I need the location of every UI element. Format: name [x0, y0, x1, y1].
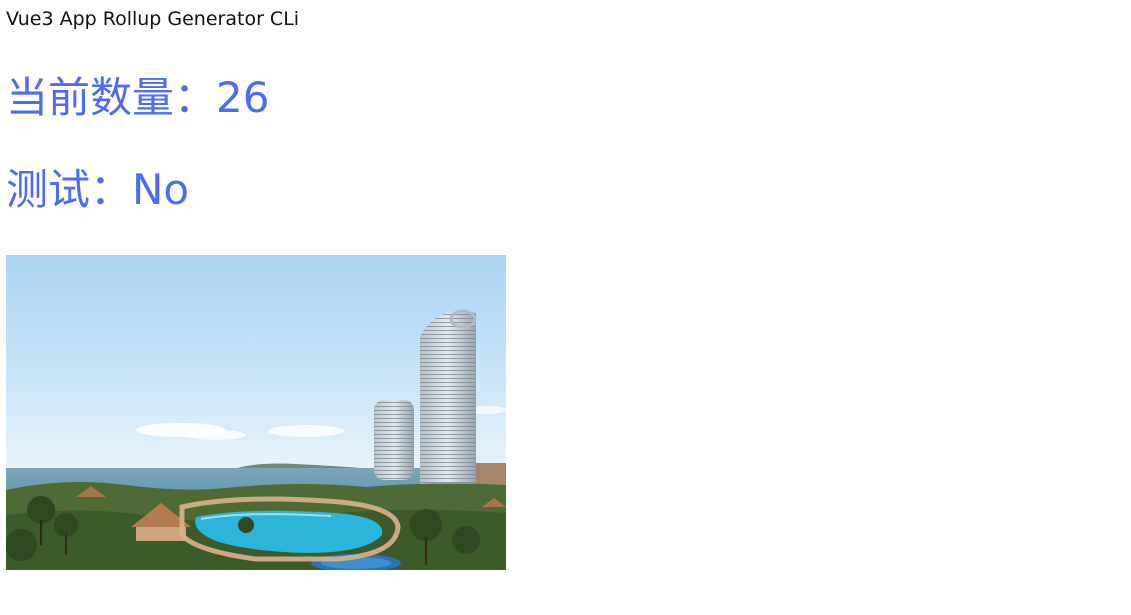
test-status-value: No: [132, 165, 190, 214]
current-count-value: 26: [216, 73, 270, 122]
current-count-label: 当前数量：: [6, 73, 217, 122]
resort-photo: [6, 255, 506, 570]
test-status: 测试：No: [6, 166, 189, 214]
app-title: Vue3 App Rollup Generator CLi: [6, 8, 300, 30]
test-status-label: 测试：: [6, 165, 133, 214]
current-count: 当前数量：26: [6, 74, 269, 122]
app-root: Vue3 App Rollup Generator CLi 当前数量：26 测试…: [0, 0, 1131, 615]
